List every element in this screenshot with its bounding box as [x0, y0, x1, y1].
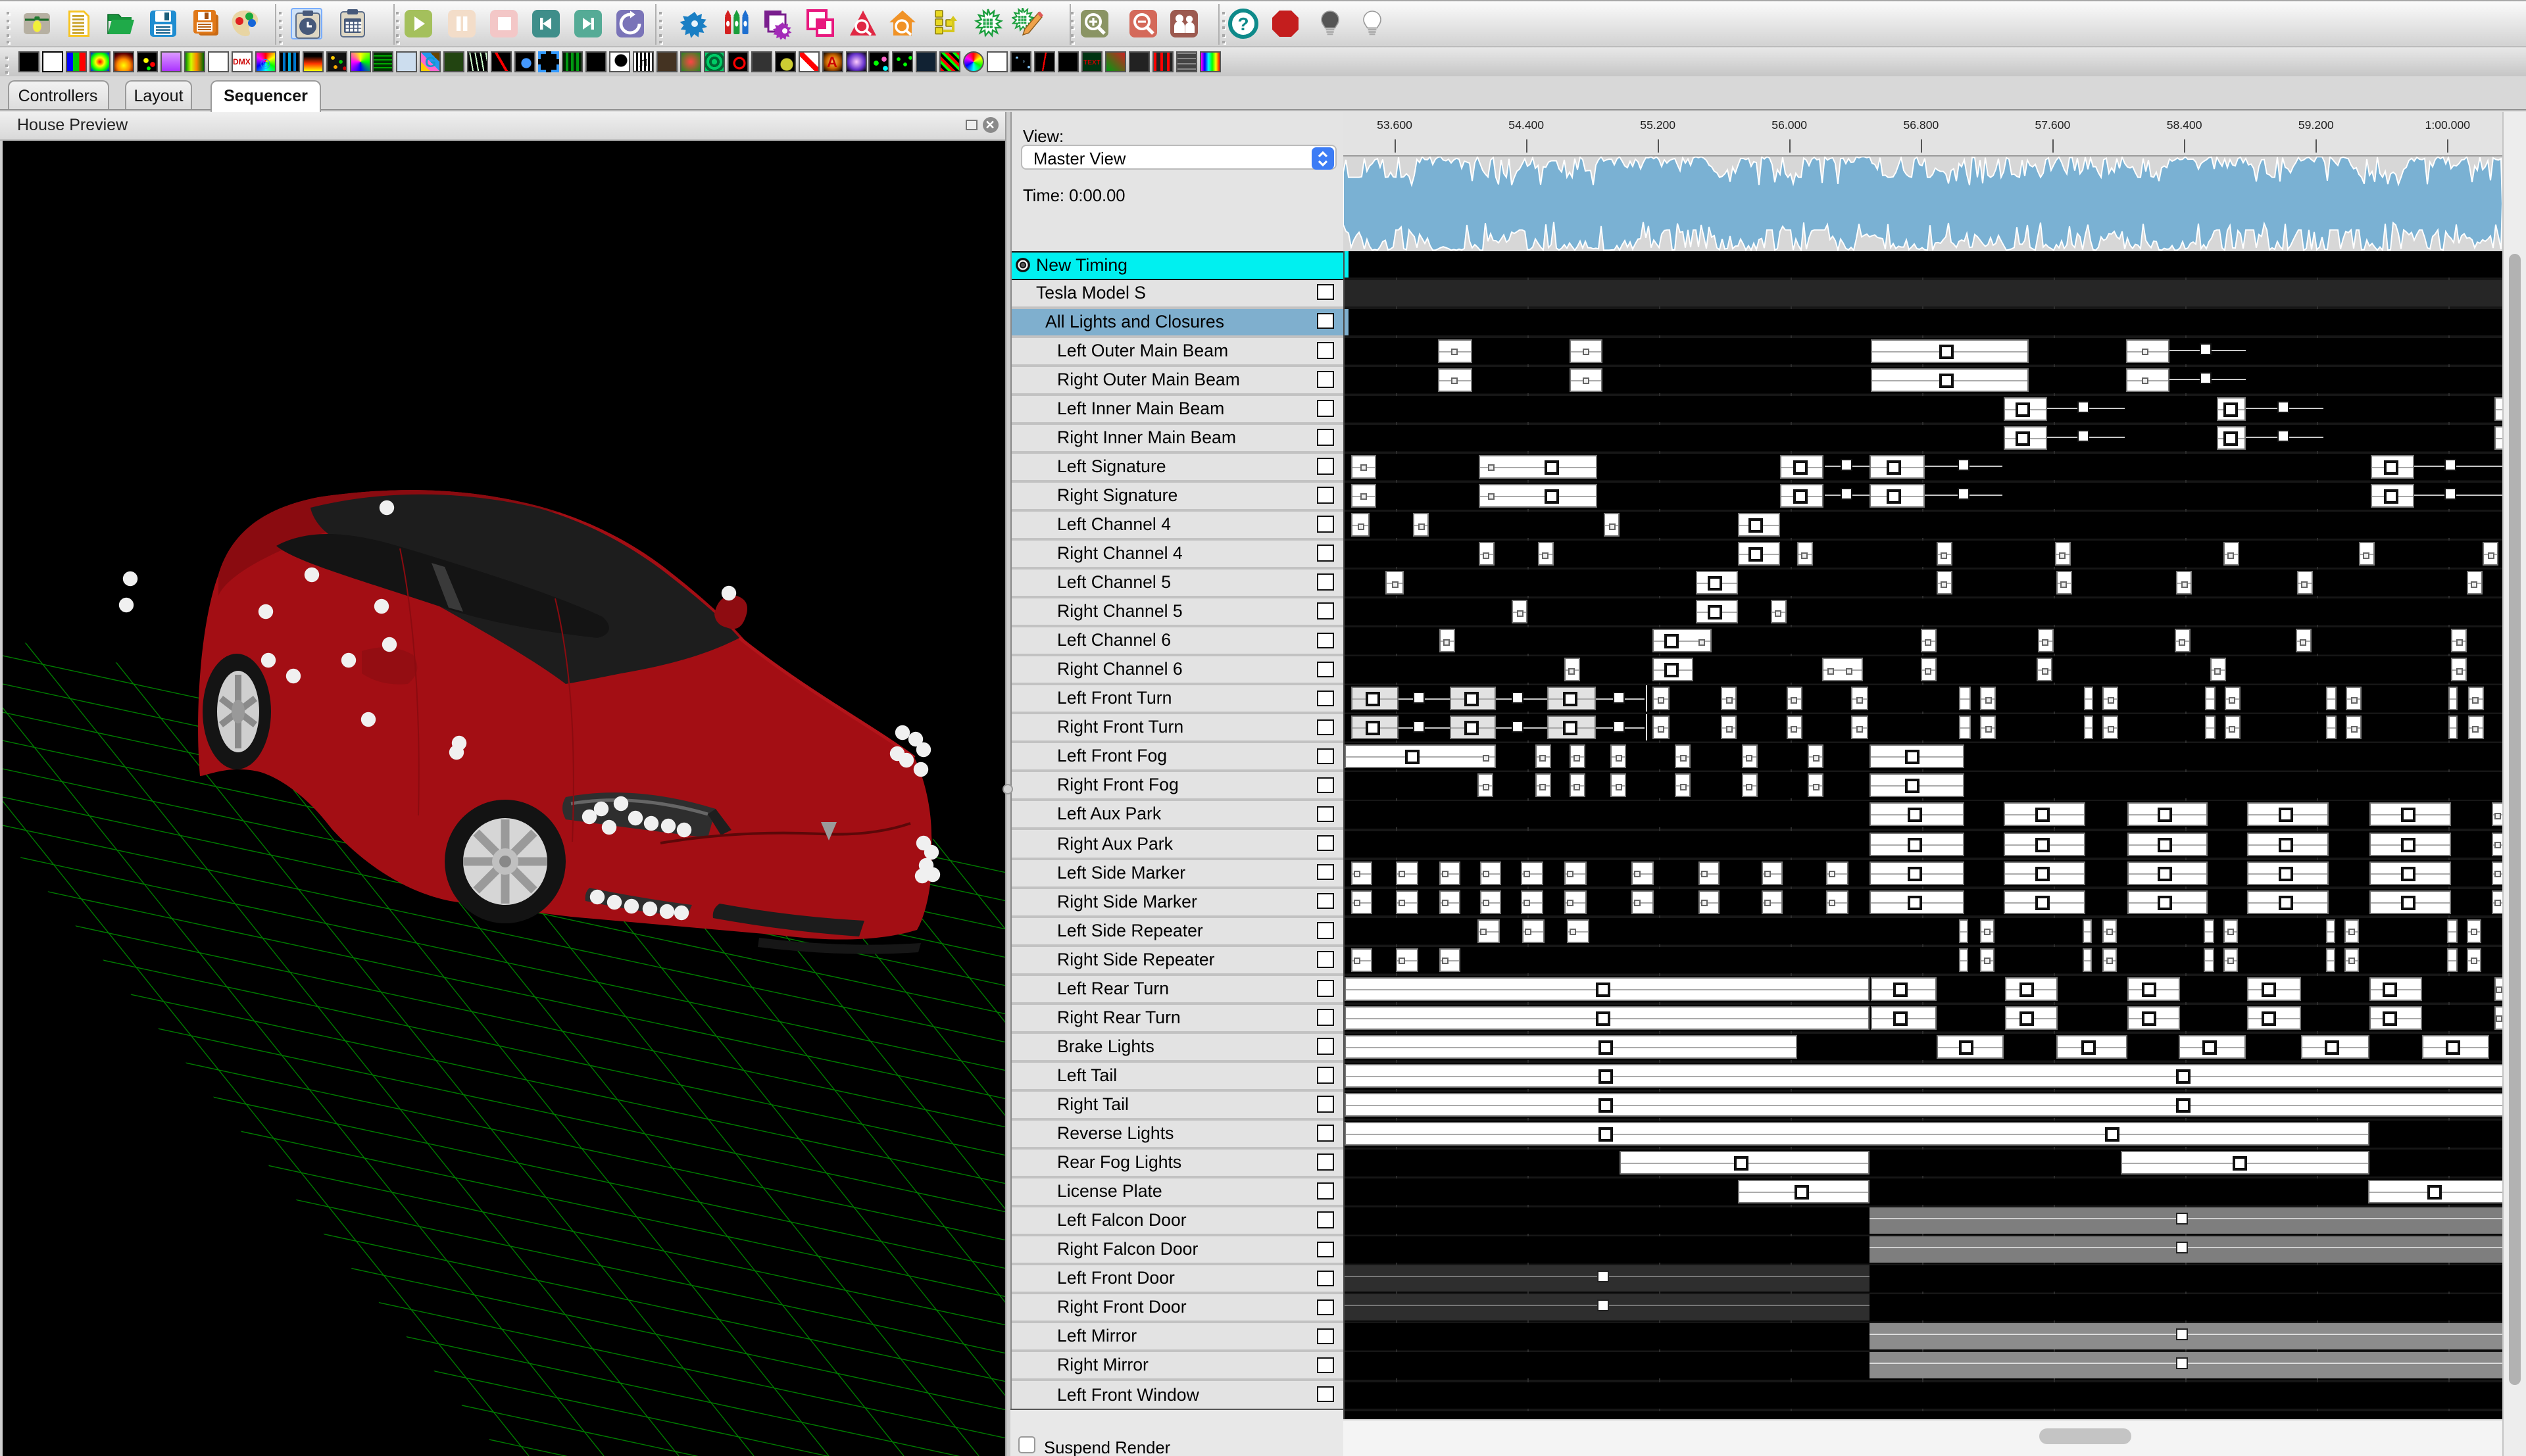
svg-text:?: ?	[1237, 14, 1249, 34]
